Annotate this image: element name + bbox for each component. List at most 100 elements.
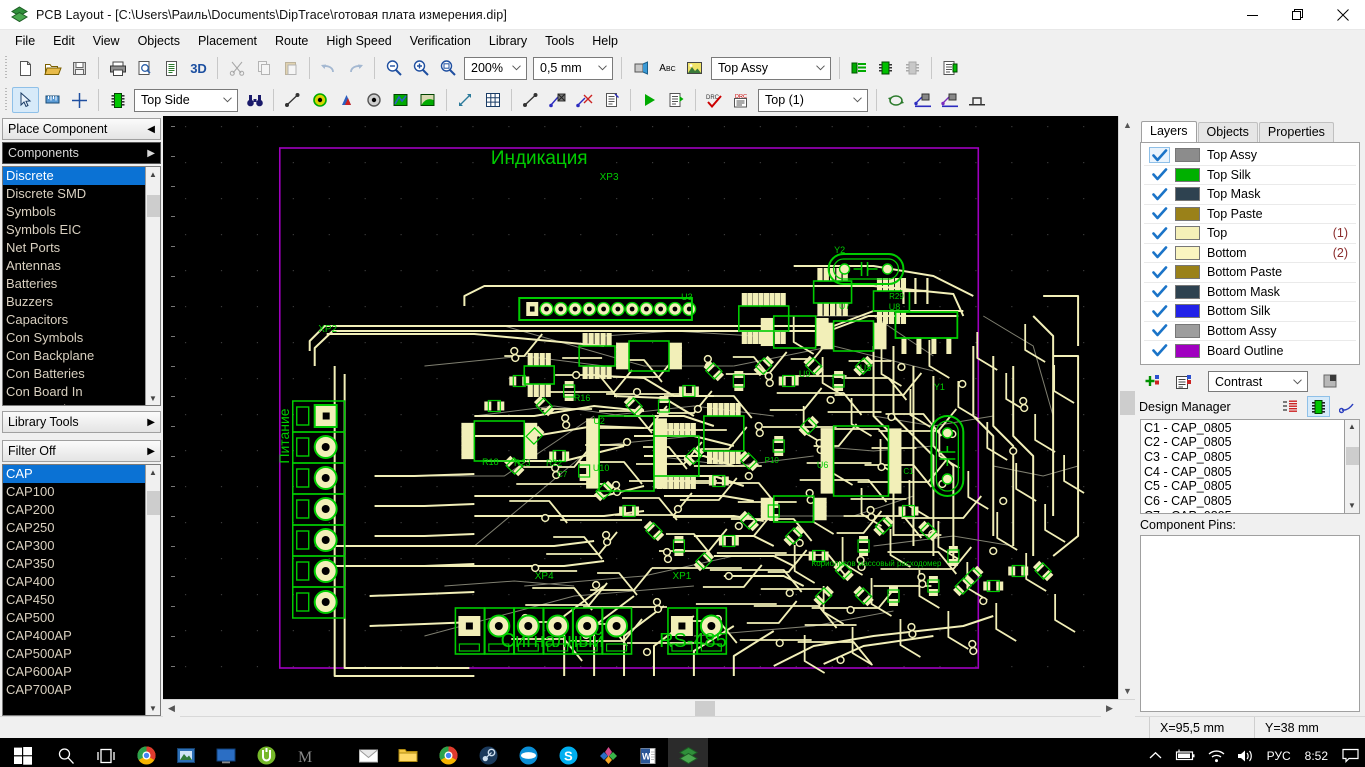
dimension-arrow-icon[interactable] bbox=[452, 87, 479, 113]
scroll-left-icon[interactable]: ◀ bbox=[163, 700, 180, 717]
list-item[interactable]: C1 - CAP_0805 bbox=[1144, 421, 1344, 436]
zoom-out-icon[interactable] bbox=[380, 55, 407, 81]
board-side-combo[interactable]: Top Side bbox=[134, 88, 238, 112]
drc-report-icon[interactable]: DRC bbox=[728, 87, 755, 113]
list-item[interactable]: CAP700AP bbox=[3, 681, 145, 699]
chrome-icon[interactable] bbox=[428, 738, 468, 767]
list-item[interactable]: CAP300 bbox=[3, 537, 145, 555]
layer-row[interactable]: Bottom (2) bbox=[1144, 244, 1356, 263]
check-icon[interactable] bbox=[1149, 147, 1170, 164]
copper-pour-icon[interactable] bbox=[414, 87, 441, 113]
list-item[interactable]: CAP450 bbox=[3, 591, 145, 609]
chevron-up-icon[interactable] bbox=[1143, 738, 1168, 767]
scroll-down-icon[interactable]: ▼ bbox=[146, 701, 161, 715]
print-preview-icon[interactable] bbox=[131, 55, 158, 81]
scroll-track[interactable] bbox=[146, 479, 161, 701]
layer-visibility-cell[interactable] bbox=[1144, 225, 1175, 241]
speaker-icon[interactable] bbox=[1231, 738, 1261, 767]
layer-setup-icon[interactable] bbox=[845, 55, 872, 81]
binoculars-icon[interactable] bbox=[241, 87, 268, 113]
menu-placement[interactable]: Placement bbox=[189, 30, 266, 52]
image-viewer-icon[interactable] bbox=[166, 738, 206, 767]
ruler-icon[interactable] bbox=[39, 87, 66, 113]
menu-high-speed[interactable]: High Speed bbox=[317, 30, 400, 52]
layer-visibility-cell[interactable] bbox=[1144, 343, 1175, 359]
layer-select-combo[interactable]: Top Assy bbox=[711, 56, 831, 80]
crosshair-origin-icon[interactable] bbox=[66, 87, 93, 113]
place-via-icon[interactable] bbox=[333, 87, 360, 113]
layer-color-swatch[interactable] bbox=[1175, 187, 1200, 202]
scroll-track[interactable] bbox=[146, 181, 161, 391]
scroll-track[interactable] bbox=[1119, 133, 1135, 682]
layer-visibility-cell[interactable] bbox=[1144, 284, 1175, 300]
layer-color-swatch[interactable] bbox=[1175, 148, 1200, 163]
layer-visibility-cell[interactable] bbox=[1144, 303, 1175, 319]
connection-icon[interactable] bbox=[1336, 396, 1359, 417]
windows-start-icon[interactable] bbox=[0, 738, 46, 767]
check-icon[interactable] bbox=[1149, 186, 1170, 202]
list-item[interactable]: Batteries bbox=[3, 275, 145, 293]
net-colors-off-icon[interactable] bbox=[899, 55, 926, 81]
mail-icon[interactable] bbox=[348, 738, 388, 767]
select-arrow-icon[interactable] bbox=[12, 87, 39, 113]
run-play-icon[interactable] bbox=[636, 87, 663, 113]
place-polygon-icon[interactable] bbox=[387, 87, 414, 113]
layer-color-swatch[interactable] bbox=[1175, 284, 1200, 299]
list-item[interactable]: Con Backplane bbox=[3, 347, 145, 365]
pcb-drawing[interactable]: Индикация XP3 XP2 Питание XP4 XP1 Сигналный RS-… bbox=[175, 116, 1118, 699]
tab-layers[interactable]: Layers bbox=[1141, 121, 1197, 142]
check-icon[interactable] bbox=[1149, 167, 1170, 183]
layer-row[interactable]: Board Outline bbox=[1144, 341, 1356, 361]
notification-icon[interactable] bbox=[1336, 738, 1365, 767]
layer-visibility-cell[interactable] bbox=[1144, 323, 1175, 339]
scroll-down-icon[interactable]: ▼ bbox=[1119, 682, 1136, 699]
layer-color-swatch[interactable] bbox=[1175, 206, 1200, 221]
place-pad-icon[interactable] bbox=[306, 87, 333, 113]
net-colors-icon[interactable] bbox=[872, 55, 899, 81]
check-icon[interactable] bbox=[1149, 323, 1170, 339]
save-disk-icon[interactable] bbox=[66, 55, 93, 81]
new-file-icon[interactable] bbox=[12, 55, 39, 81]
layer-properties-icon[interactable] bbox=[937, 55, 964, 81]
toolbar-grip[interactable] bbox=[3, 88, 10, 112]
flip-board-icon[interactable] bbox=[882, 87, 909, 113]
place-text-icon[interactable]: Abc bbox=[654, 55, 681, 81]
layer-setup-icon[interactable] bbox=[1175, 374, 1193, 390]
layer-visibility-cell[interactable] bbox=[1144, 264, 1175, 280]
place-line-icon[interactable] bbox=[279, 87, 306, 113]
toolbar-grip[interactable] bbox=[3, 56, 10, 80]
menu-edit[interactable]: Edit bbox=[44, 30, 84, 52]
list-item[interactable]: C6 - CAP_0805 bbox=[1144, 494, 1344, 509]
layer-color-swatch[interactable] bbox=[1175, 245, 1200, 260]
list-item[interactable]: C5 - CAP_0805 bbox=[1144, 479, 1344, 494]
scroll-up-icon[interactable]: ▲ bbox=[1119, 116, 1136, 133]
scroll-up-icon[interactable]: ▲ bbox=[146, 167, 161, 181]
expand-right-icon[interactable]: ▶ bbox=[147, 148, 155, 159]
list-item[interactable]: Discrete SMD bbox=[3, 185, 145, 203]
three-d-button[interactable]: 3D bbox=[185, 55, 212, 81]
list-item[interactable]: Buzzers bbox=[3, 293, 145, 311]
utorrent-icon[interactable] bbox=[246, 738, 286, 767]
measure-blue2-icon[interactable] bbox=[936, 87, 963, 113]
close-button[interactable] bbox=[1320, 0, 1365, 30]
components-header[interactable]: Components ▶ bbox=[2, 142, 161, 164]
scroll-thumb[interactable] bbox=[1345, 446, 1359, 465]
diptrace-icon[interactable] bbox=[668, 738, 708, 767]
parts-listbox[interactable]: CAP CAP100 CAP200 CAP250 CAP300 CAP350 C… bbox=[2, 464, 161, 716]
list-item[interactable]: C2 - CAP_0805 bbox=[1144, 435, 1344, 450]
menu-library[interactable]: Library bbox=[480, 30, 536, 52]
canvas-horizontal-scrollbar[interactable]: ◀ ▶ bbox=[163, 699, 1135, 717]
scroll-up-icon[interactable]: ▲ bbox=[146, 465, 161, 479]
zoom-window-icon[interactable] bbox=[434, 55, 461, 81]
check-icon[interactable] bbox=[1149, 303, 1170, 319]
menu-tools[interactable]: Tools bbox=[536, 30, 583, 52]
list-item[interactable]: Capacitors bbox=[3, 311, 145, 329]
list-item[interactable]: Symbols bbox=[3, 203, 145, 221]
check-icon[interactable] bbox=[1149, 225, 1170, 241]
check-icon[interactable] bbox=[1149, 284, 1170, 300]
design-manager-scrollbar[interactable]: ▲ ▼ bbox=[1344, 419, 1359, 513]
collapse-left-icon[interactable]: ◀ bbox=[147, 124, 155, 135]
list-item[interactable]: CAP400 bbox=[3, 573, 145, 591]
layer-row[interactable]: Bottom Mask bbox=[1144, 283, 1356, 302]
printer-icon[interactable] bbox=[104, 55, 131, 81]
